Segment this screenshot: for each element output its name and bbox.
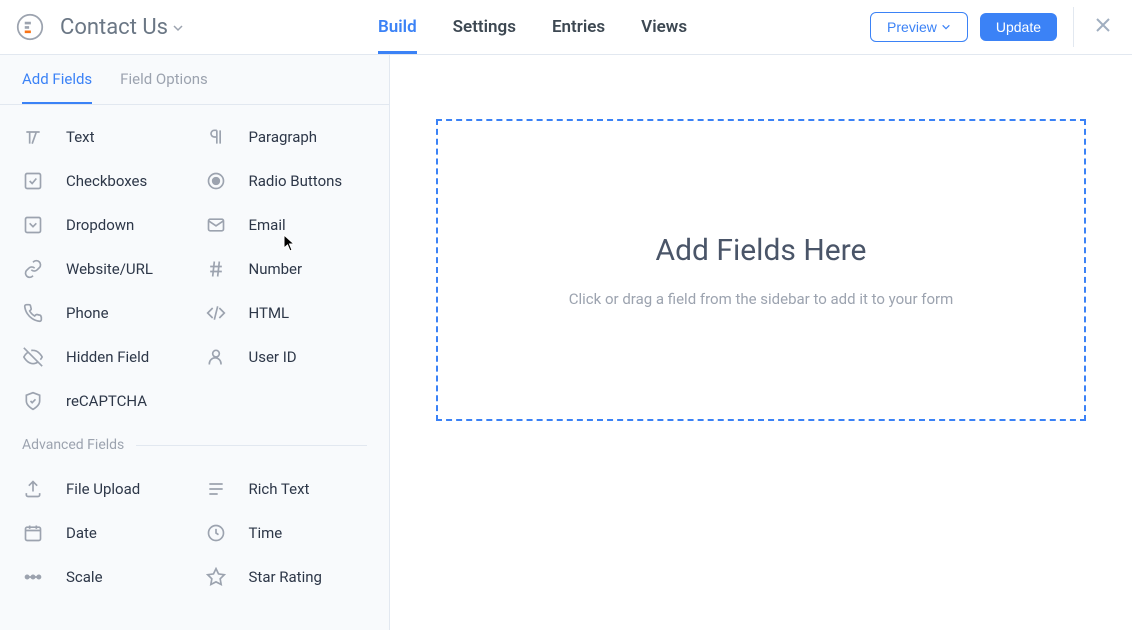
field-label: Email — [249, 216, 286, 234]
update-button[interactable]: Update — [980, 13, 1057, 41]
field-radio-buttons[interactable]: Radio Buttons — [195, 159, 378, 203]
field-dropdown[interactable]: Dropdown — [12, 203, 195, 247]
field-label: HTML — [249, 304, 290, 322]
dropzone-subtitle: Click or drag a field from the sidebar t… — [569, 290, 954, 308]
field-label: File Upload — [66, 480, 140, 498]
date-icon — [22, 522, 44, 544]
field-file-upload[interactable]: File Upload — [12, 467, 195, 511]
header: Contact Us Build Settings Entries Views … — [0, 0, 1132, 55]
field-rich-text[interactable]: Rich Text — [195, 467, 378, 511]
field-text[interactable]: Text — [12, 115, 195, 159]
field-label: Phone — [66, 304, 109, 322]
field-label: Radio Buttons — [249, 172, 343, 190]
field-label: Date — [66, 524, 97, 542]
field-recaptcha[interactable]: reCAPTCHA — [12, 379, 195, 423]
field-label: Rich Text — [249, 480, 310, 498]
sidebar: Add Fields Field Options Text Paragraph … — [0, 55, 390, 630]
field-label: Paragraph — [249, 128, 318, 146]
field-label: Dropdown — [66, 216, 134, 234]
richtext-icon — [205, 478, 227, 500]
star-icon — [205, 566, 227, 588]
checkbox-icon — [22, 170, 44, 192]
phone-icon — [22, 302, 44, 324]
shield-icon — [22, 390, 44, 412]
field-email[interactable]: Email — [195, 203, 378, 247]
sidebar-tab-field-options[interactable]: Field Options — [120, 55, 208, 104]
main: Add Fields Field Options Text Paragraph … — [0, 55, 1132, 630]
field-star-rating[interactable]: Star Rating — [195, 555, 378, 599]
upload-icon — [22, 478, 44, 500]
tab-views[interactable]: Views — [641, 0, 687, 54]
field-label: Website/URL — [66, 260, 153, 278]
advanced-fields-grid: File Upload Rich Text Date Time Scale St… — [0, 457, 389, 599]
field-label: Number — [249, 260, 303, 278]
field-label: Time — [249, 524, 283, 542]
form-title-dropdown[interactable]: Contact Us — [60, 15, 184, 40]
email-icon — [205, 214, 227, 236]
field-paragraph[interactable]: Paragraph — [195, 115, 378, 159]
field-scale[interactable]: Scale — [12, 555, 195, 599]
advanced-fields-header: Advanced Fields — [0, 437, 389, 453]
field-label: User ID — [249, 348, 297, 366]
close-icon[interactable] — [1090, 12, 1116, 42]
radio-icon — [205, 170, 227, 192]
divider — [1073, 7, 1074, 47]
html-icon — [205, 302, 227, 324]
hidden-icon — [22, 346, 44, 368]
field-user-id[interactable]: User ID — [195, 335, 378, 379]
number-icon — [205, 258, 227, 280]
time-icon — [205, 522, 227, 544]
user-icon — [205, 346, 227, 368]
dropzone[interactable]: Add Fields Here Click or drag a field fr… — [436, 119, 1086, 421]
field-website-url[interactable]: Website/URL — [12, 247, 195, 291]
form-title: Contact Us — [60, 15, 168, 40]
text-icon — [22, 126, 44, 148]
field-number[interactable]: Number — [195, 247, 378, 291]
field-label: Scale — [66, 568, 103, 586]
link-icon — [22, 258, 44, 280]
field-date[interactable]: Date — [12, 511, 195, 555]
field-checkboxes[interactable]: Checkboxes — [12, 159, 195, 203]
canvas: Add Fields Here Click or drag a field fr… — [390, 55, 1132, 630]
field-label: Hidden Field — [66, 348, 149, 366]
preview-button[interactable]: Preview — [870, 12, 968, 42]
sidebar-tabs: Add Fields Field Options — [0, 55, 389, 105]
field-phone[interactable]: Phone — [12, 291, 195, 335]
header-actions: Preview Update — [870, 7, 1116, 47]
field-html[interactable]: HTML — [195, 291, 378, 335]
nav-tabs: Build Settings Entries Views — [378, 0, 687, 54]
field-label: Text — [66, 128, 95, 146]
tab-settings[interactable]: Settings — [453, 0, 516, 54]
tab-entries[interactable]: Entries — [552, 0, 605, 54]
tab-build[interactable]: Build — [378, 0, 417, 54]
paragraph-icon — [205, 126, 227, 148]
field-time[interactable]: Time — [195, 511, 378, 555]
dropzone-title: Add Fields Here — [656, 233, 867, 268]
scale-icon — [22, 566, 44, 588]
field-label: Star Rating — [249, 568, 322, 586]
field-label: reCAPTCHA — [66, 392, 147, 410]
field-hidden[interactable]: Hidden Field — [12, 335, 195, 379]
caret-down-icon — [172, 15, 184, 40]
dropdown-icon — [22, 214, 44, 236]
field-label: Checkboxes — [66, 172, 147, 190]
basic-fields-grid: Text Paragraph Checkboxes Radio Buttons … — [0, 105, 389, 423]
sidebar-tab-add-fields[interactable]: Add Fields — [22, 55, 92, 104]
app-logo[interactable] — [16, 13, 44, 41]
